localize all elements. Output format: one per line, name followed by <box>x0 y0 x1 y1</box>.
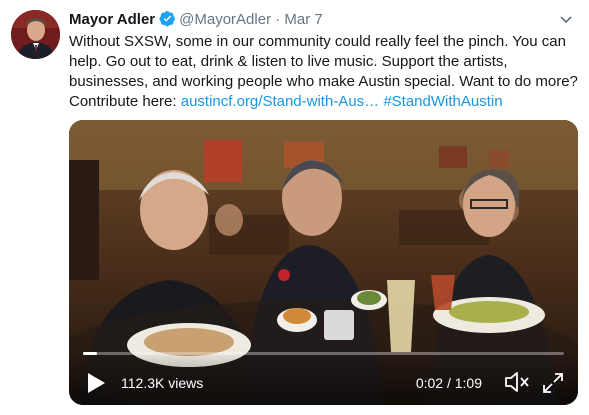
avatar[interactable] <box>11 10 60 59</box>
chevron-down-icon[interactable] <box>557 10 575 28</box>
fullscreen-icon[interactable] <box>542 372 564 394</box>
author-handle[interactable]: @MayorAdler <box>179 11 271 28</box>
author-name[interactable]: Mayor Adler <box>69 11 155 28</box>
hashtag-link[interactable]: #StandWithAustin <box>383 93 502 110</box>
verified-badge-icon <box>159 10 176 33</box>
video-player[interactable]: 112.3K views 0:02 / 1:09 <box>69 120 578 405</box>
video-progress-bar[interactable] <box>83 352 564 355</box>
separator-dot: · <box>275 11 281 28</box>
volume-muted-icon[interactable] <box>504 370 530 394</box>
tweet-link[interactable]: austincf.org/Stand-with-Aus… <box>181 93 379 110</box>
tweet-date[interactable]: Mar 7 <box>284 11 322 28</box>
play-icon[interactable] <box>86 372 106 394</box>
view-count: 112.3K views <box>121 375 204 391</box>
video-time: 0:02 / 1:09 <box>415 375 482 391</box>
tweet-header: Mayor Adler @MayorAdler · Mar 7 <box>69 10 323 30</box>
tweet-text: Without SXSW, some in our community coul… <box>69 32 579 112</box>
video-progress-fill <box>83 352 98 355</box>
